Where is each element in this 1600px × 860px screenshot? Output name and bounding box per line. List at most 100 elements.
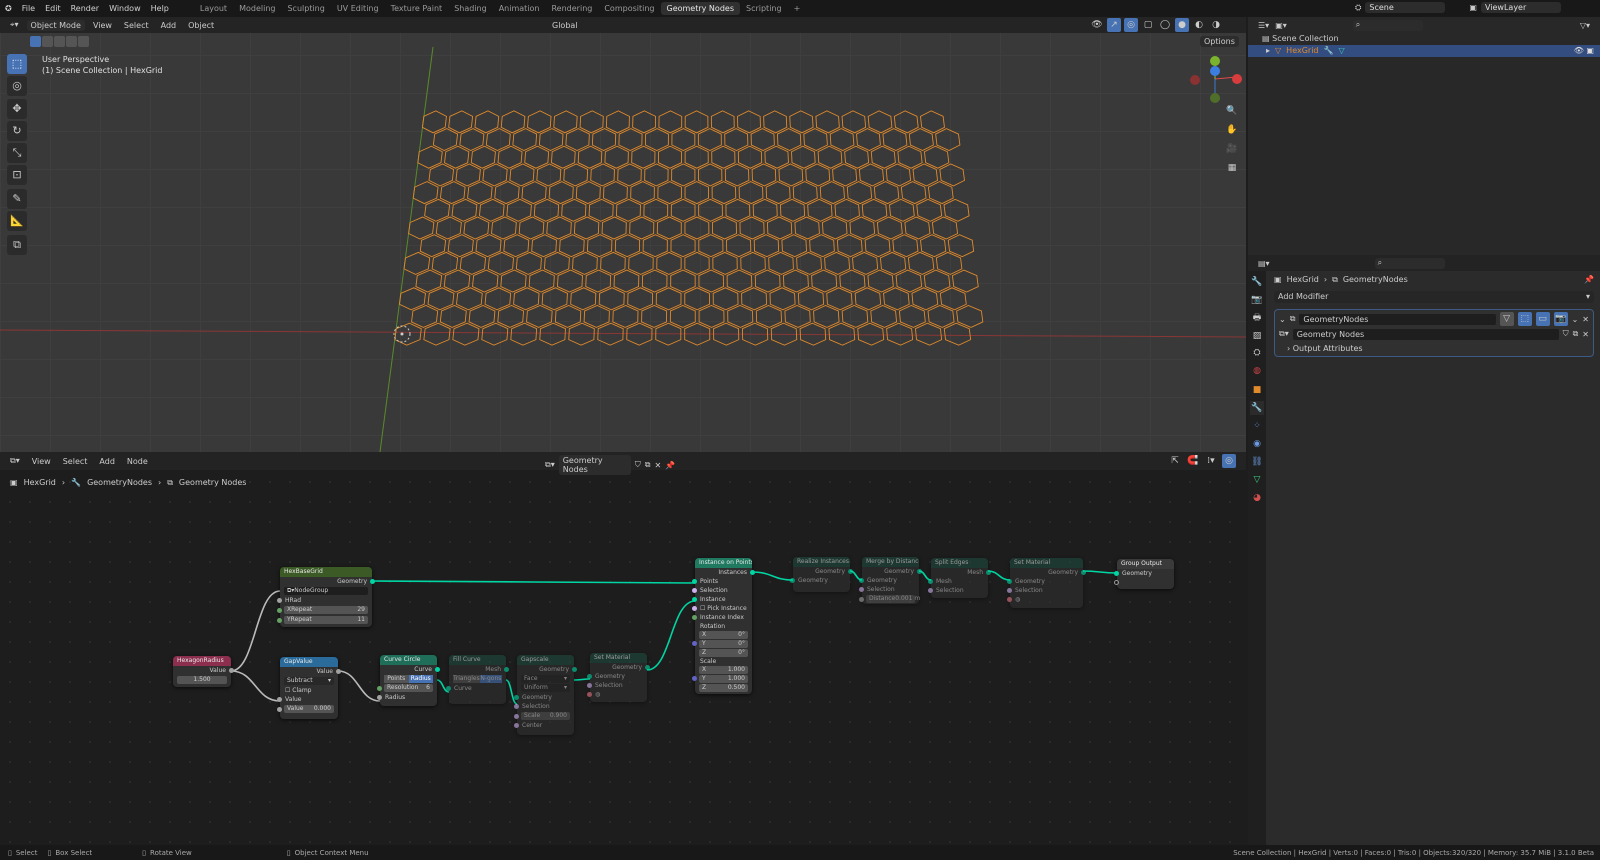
node-group-field[interactable]: ⧉▾ NodeGroup xyxy=(284,587,368,595)
input-socket[interactable] xyxy=(692,615,697,620)
expand-arrow-icon[interactable]: ▸ xyxy=(1266,45,1270,57)
input-socket[interactable] xyxy=(377,695,382,700)
field-value[interactable]: 0.001 m xyxy=(895,595,920,603)
physics-tab-icon[interactable]: ◉ xyxy=(1250,437,1264,451)
output-attributes-subpanel[interactable]: › Output Attributes xyxy=(1279,342,1589,356)
node-split-edges[interactable]: Split Edges Mesh Mesh Selection xyxy=(928,558,991,598)
field-value[interactable]: 11 xyxy=(357,616,365,624)
menu-help[interactable]: Help xyxy=(146,4,174,13)
input-socket[interactable] xyxy=(277,598,282,603)
input-socket[interactable] xyxy=(277,697,282,702)
input-socket[interactable] xyxy=(859,587,864,592)
output-socket[interactable] xyxy=(1081,570,1086,575)
output-socket[interactable] xyxy=(645,665,650,670)
pick-instance-checkbox[interactable]: ☐ Pick Instance xyxy=(692,604,752,613)
scale-mode-dropdown[interactable]: Uniform ▾ xyxy=(521,684,570,692)
mode-ngons-button[interactable]: N-gons xyxy=(479,675,502,683)
input-socket[interactable] xyxy=(859,578,864,583)
field-value[interactable]: 6 xyxy=(426,684,430,692)
ortho-grid-icon[interactable]: ▦ xyxy=(1225,161,1239,175)
node-curve-circle[interactable]: Curve Circle Curve Points Radius Resolut… xyxy=(377,655,440,706)
output-socket[interactable] xyxy=(504,667,509,672)
input-socket[interactable] xyxy=(1007,588,1012,593)
rotation-socket[interactable] xyxy=(692,641,697,646)
empty-input-socket[interactable] xyxy=(1114,580,1119,585)
node-editor[interactable]: ⧉▾ View Select Add Node ⧉▾ Geometry Node… xyxy=(0,452,1246,845)
edit-mode-toggle-icon[interactable]: ▽ xyxy=(1499,312,1514,326)
world-tab-icon[interactable]: ◍ xyxy=(1250,364,1264,378)
scene-collection-row[interactable]: ▤ Scene Collection xyxy=(1248,33,1600,45)
rotation-y-field[interactable]: 0° xyxy=(738,640,745,648)
tab-texture-paint[interactable]: Texture Paint xyxy=(385,2,449,15)
input-socket[interactable] xyxy=(692,606,697,611)
menu-window[interactable]: Window xyxy=(104,4,146,13)
outliner-search-input[interactable]: ⌕ xyxy=(1352,19,1423,31)
output-socket[interactable] xyxy=(336,669,341,674)
input-socket[interactable] xyxy=(928,579,933,584)
clamp-checkbox[interactable]: ☐ Clamp xyxy=(280,686,338,695)
output-socket[interactable] xyxy=(572,667,577,672)
tool-tab-icon[interactable]: 🔧 xyxy=(1250,275,1264,289)
node-hexagon-radius[interactable]: HexagonRadius Value 1.500 xyxy=(173,656,234,687)
material-tab-icon[interactable]: ◕ xyxy=(1250,491,1264,505)
outliner-item-hexgrid[interactable]: ▸ ▽ HexGrid 🔧 ▽ 👁 ▣ xyxy=(1248,45,1600,57)
filter-icon[interactable]: ▽▾ xyxy=(1580,21,1590,30)
node-gapscale[interactable]: Gapscale Geometry Face ▾ Uniform ▾ Geometr… xyxy=(514,655,577,735)
tab-sculpting[interactable]: Sculpting xyxy=(281,2,330,15)
field-value[interactable]: 0.000 xyxy=(314,705,331,713)
menu-edit[interactable]: Edit xyxy=(40,4,66,13)
tab-modeling[interactable]: Modeling xyxy=(233,2,281,15)
tab-uv-editing[interactable]: UV Editing xyxy=(331,2,385,15)
tab-rendering[interactable]: Rendering xyxy=(545,2,598,15)
view-layer-tab-icon[interactable]: ▨ xyxy=(1250,329,1264,343)
field-value[interactable]: 29 xyxy=(357,606,365,614)
visibility-eye-icon[interactable]: 👁 ▣ xyxy=(1574,45,1594,57)
viewport-toggle-icon[interactable]: ▭ xyxy=(1535,312,1550,326)
output-socket[interactable] xyxy=(370,579,375,584)
node-group-output[interactable]: Group Output Geometry xyxy=(1114,559,1174,589)
field-value[interactable]: 0.900 xyxy=(550,712,567,720)
modifier-tab-icon[interactable]: 🔧 xyxy=(1250,401,1264,415)
tab-layout[interactable]: Layout xyxy=(194,2,233,15)
navigation-gizmo[interactable] xyxy=(1190,56,1242,103)
operation-dropdown[interactable]: Subtract ▾ xyxy=(284,677,334,685)
input-socket[interactable] xyxy=(277,618,282,623)
tab-compositing[interactable]: Compositing xyxy=(598,2,660,15)
node-realize-instances[interactable]: Realize Instances Geometry Geometry xyxy=(790,557,853,592)
input-socket[interactable] xyxy=(514,695,519,700)
editor-type-icon[interactable]: ▤▾ xyxy=(1258,259,1270,268)
input-socket[interactable] xyxy=(1007,597,1012,602)
input-socket[interactable] xyxy=(277,707,282,712)
scale-socket[interactable] xyxy=(692,676,697,681)
menu-render[interactable]: Render xyxy=(66,4,104,13)
rotation-x-field[interactable]: 0° xyxy=(738,631,745,639)
input-socket[interactable] xyxy=(928,588,933,593)
input-socket[interactable] xyxy=(277,608,282,613)
output-socket[interactable] xyxy=(986,570,991,575)
camera-view-icon[interactable]: 🎥 xyxy=(1225,142,1239,156)
mode-triangles-button[interactable]: Triangles xyxy=(453,675,480,683)
material-selector[interactable]: ◍ xyxy=(1007,595,1083,604)
tab-animation[interactable]: Animation xyxy=(493,2,546,15)
input-socket[interactable] xyxy=(692,579,697,584)
input-socket[interactable] xyxy=(587,683,592,688)
add-workspace-icon[interactable]: + xyxy=(788,2,807,15)
node-fill-curve[interactable]: Fill Curve Mesh Triangles N-gons Curve xyxy=(446,655,509,704)
mode-points-button[interactable]: Points xyxy=(384,675,409,683)
input-socket[interactable] xyxy=(692,588,697,593)
scale-y-field[interactable]: 1.000 xyxy=(728,675,745,683)
scale-z-field[interactable]: 0.500 xyxy=(728,684,745,692)
properties-search-input[interactable]: ⌕ xyxy=(1374,257,1445,269)
input-socket[interactable] xyxy=(1114,571,1119,576)
output-tab-icon[interactable]: 🖶 xyxy=(1250,311,1264,325)
rotation-z-field[interactable]: 0° xyxy=(738,649,745,657)
node-set-material-2[interactable]: Set Material Geometry Geometry Selection… xyxy=(1007,558,1086,608)
mode-radius-button[interactable]: Radius xyxy=(408,675,433,683)
remove-modifier-icon[interactable]: ✕ xyxy=(1582,315,1589,324)
output-socket[interactable] xyxy=(229,668,234,673)
scene-selector[interactable]: Scene xyxy=(1365,2,1446,13)
options-dropdown[interactable]: Options xyxy=(1200,36,1239,47)
view-layer-icon[interactable]: ▣ xyxy=(1469,3,1477,12)
constraints-tab-icon[interactable]: ⛓ xyxy=(1250,455,1264,469)
filter-view-icon[interactable]: ▣▾ xyxy=(1275,21,1287,30)
